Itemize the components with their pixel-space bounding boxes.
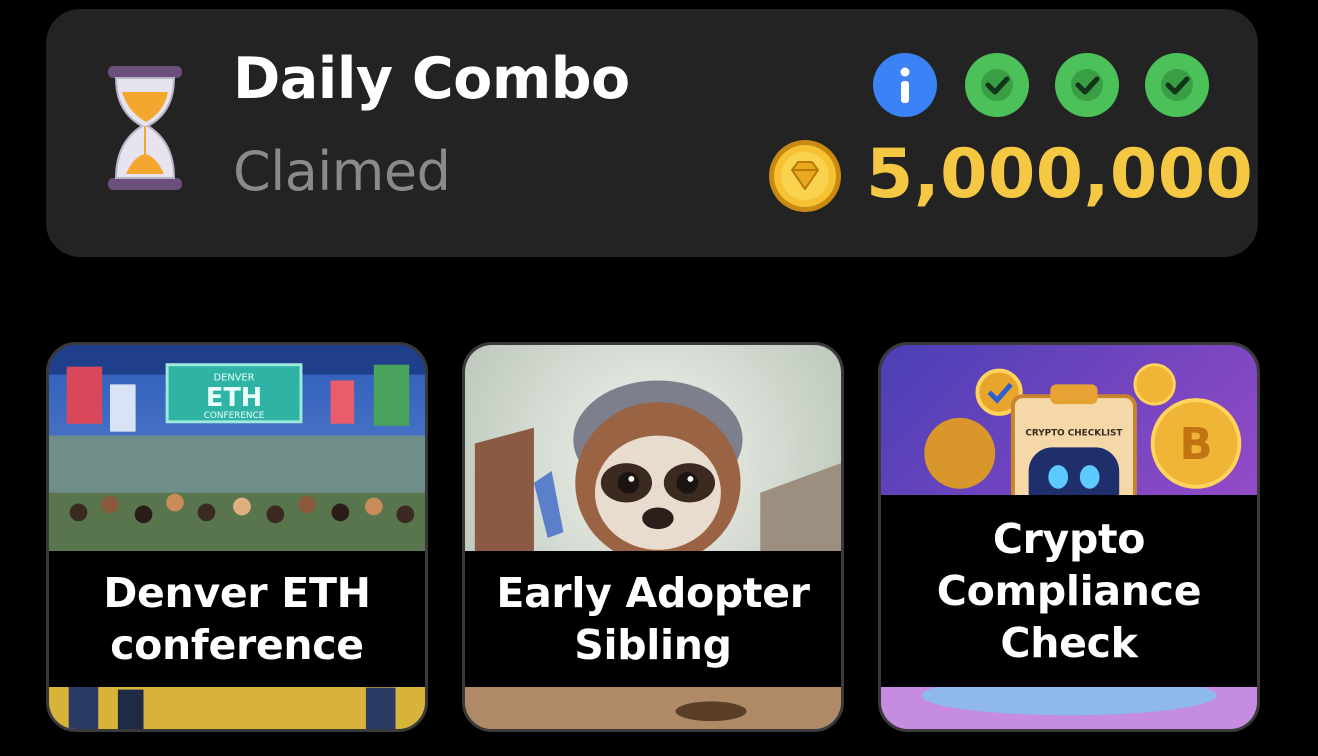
card-label-line: Compliance bbox=[936, 567, 1202, 615]
check-icon bbox=[965, 53, 1029, 117]
denver-sign-bottom: CONFERENCE bbox=[204, 411, 265, 421]
card-label-line: Denver ETH bbox=[103, 569, 371, 617]
card-label: Early Adopter Sibling bbox=[465, 551, 841, 687]
info-icon[interactable] bbox=[872, 52, 938, 118]
combo-title: Daily Combo bbox=[233, 46, 630, 112]
daily-combo-panel bbox=[46, 9, 1258, 257]
reward-amount: 5,000,000 bbox=[866, 135, 1254, 214]
card-label: Denver ETH conference bbox=[49, 551, 425, 687]
card-label-line: Check bbox=[1000, 619, 1138, 667]
check-icon bbox=[1145, 53, 1209, 117]
combo-card-early-adopter-sibling[interactable]: Early Adopter Sibling bbox=[462, 342, 844, 732]
denver-sign-main: ETH bbox=[206, 383, 262, 413]
card-label-line: Sibling bbox=[574, 621, 732, 669]
combo-card-denver-eth[interactable]: DENVER ETH CONFERENCE Denver ETH confere… bbox=[46, 342, 428, 732]
combo-status: Claimed bbox=[233, 140, 451, 203]
check-icon bbox=[1055, 53, 1119, 117]
denver-sign-top: DENVER bbox=[214, 372, 255, 383]
card-label: Crypto Compliance Check bbox=[881, 495, 1257, 687]
coin-icon bbox=[769, 140, 841, 212]
card-label-line: Crypto bbox=[992, 515, 1146, 563]
card-label-line: Early Adopter bbox=[496, 569, 810, 617]
card-label-line: conference bbox=[110, 621, 364, 669]
combo-card-crypto-compliance-check[interactable]: B CRYPTO CHECKLIST Crypto Compliance Che… bbox=[878, 342, 1260, 732]
bitcoin-symbol: B bbox=[1179, 420, 1212, 470]
hourglass-icon bbox=[108, 66, 182, 190]
clipboard-title: CRYPTO CHECKLIST bbox=[1025, 429, 1122, 439]
